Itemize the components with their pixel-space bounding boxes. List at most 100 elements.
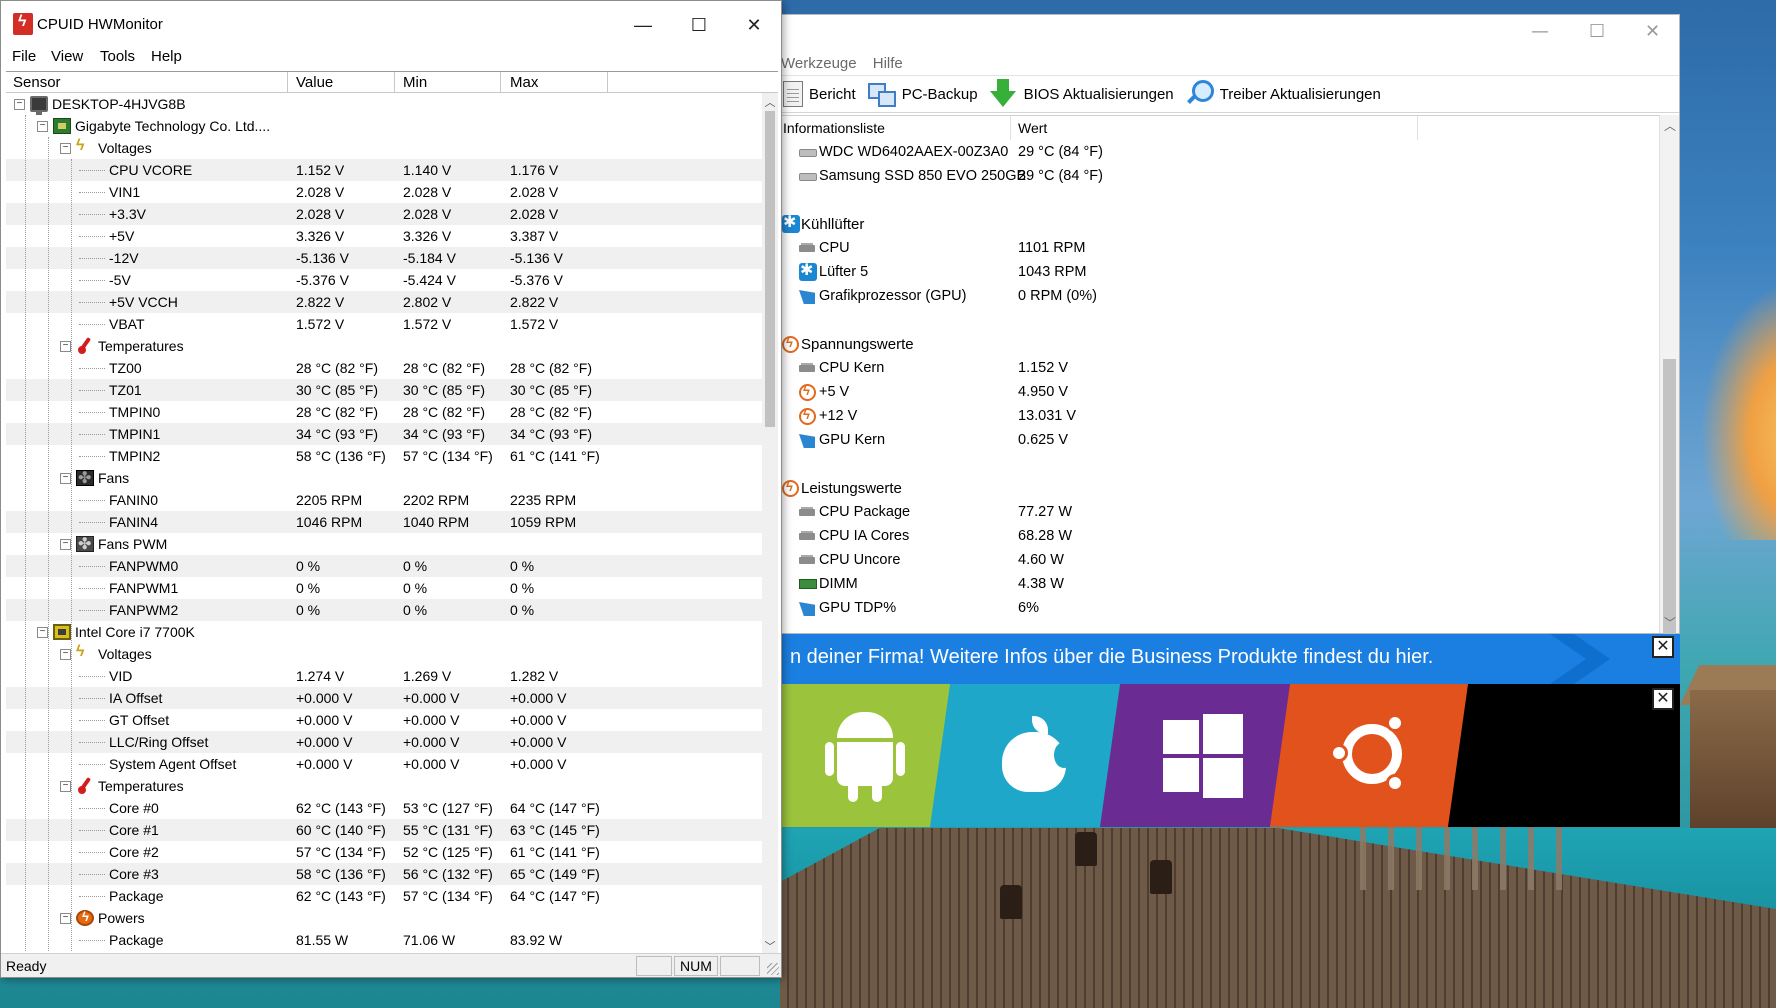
sensor-group-row[interactable]: − Temperatures (6, 335, 762, 357)
sensor-group-row[interactable]: − Fans (6, 467, 762, 489)
sensor-row[interactable]: Package 81.55 W 71.06 W 83.92 W (6, 929, 762, 951)
toolbar-treiber-button[interactable]: Treiber Aktualisierungen (1186, 80, 1381, 108)
info-item-row[interactable]: CPU Kern 1.152 V (779, 356, 1679, 380)
column-separator[interactable] (394, 72, 395, 93)
column-header-informationsliste[interactable]: Informationsliste (783, 120, 885, 136)
sensor-row[interactable]: -5V -5.376 V -5.424 V -5.376 V (6, 269, 762, 291)
toolbar-bericht-button[interactable]: Bericht (783, 81, 856, 107)
scrollbar-thumb[interactable] (1663, 359, 1676, 649)
sensor-row[interactable]: +5V VCCH 2.822 V 2.802 V 2.822 V (6, 291, 762, 313)
sensor-scrollbar[interactable]: ︿ ﹀ (762, 93, 778, 955)
column-separator[interactable] (500, 72, 501, 93)
column-separator[interactable] (1417, 116, 1418, 140)
sensor-row[interactable]: TMPIN1 34 °C (93 °F) 34 °C (93 °F) 34 °C (9… (6, 423, 762, 445)
info-item-row[interactable]: Samsung SSD 850 EVO 250GB 29 °C (84 °F) (779, 164, 1679, 188)
info-item-row[interactable]: +5 V 4.950 V (779, 380, 1679, 404)
sensor-row[interactable]: LLC/Ring Offset +0.000 V +0.000 V +0.000 V (6, 731, 762, 753)
menu-help[interactable]: Help (151, 48, 182, 65)
bg-maximize-button[interactable]: ☐ (1589, 21, 1605, 42)
info-group-row[interactable]: Spannungswerte (779, 332, 1679, 356)
info-item-row[interactable]: DIMM 4.38 W (779, 572, 1679, 596)
ad-banner-os[interactable]: ✕ (780, 684, 1680, 827)
info-item-row[interactable]: GPU TDP% 6% (779, 596, 1679, 620)
sensor-row[interactable]: TMPIN2 58 °C (136 °F) 57 °C (134 °F) 61 °C … (6, 445, 762, 467)
scroll-down-icon[interactable]: ﹀ (762, 938, 778, 954)
toolbar-pc-backup-button[interactable]: PC-Backup (867, 81, 978, 107)
sensor-row[interactable]: +5V 3.326 V 3.326 V 3.387 V (6, 225, 762, 247)
collapse-toggle-icon[interactable]: − (14, 99, 25, 110)
scroll-down-icon[interactable]: ﹀ (1660, 614, 1680, 631)
collapse-toggle-icon[interactable]: − (37, 121, 48, 132)
sensor-row[interactable]: CPU VCORE 1.152 V 1.140 V 1.176 V (6, 159, 762, 181)
info-item-row[interactable]: CPU IA Cores 68.28 W (779, 524, 1679, 548)
collapse-toggle-icon[interactable]: − (60, 539, 71, 550)
ad-banner-text[interactable]: n deiner Firma! Weitere Infos über die B… (790, 646, 1433, 669)
sensor-row[interactable]: Core #1 60 °C (140 °F) 55 °C (131 °F) 63 °C… (6, 819, 762, 841)
column-header-wert[interactable]: Wert (1018, 120, 1047, 136)
sensor-row[interactable]: -12V -5.136 V -5.184 V -5.136 V (6, 247, 762, 269)
ad-banner-business[interactable]: n deiner Firma! Weitere Infos über die B… (780, 634, 1680, 684)
background-scrollbar[interactable]: ︿ ﹀ (1659, 115, 1680, 649)
sensor-group-row[interactable]: − Gigabyte Technology Co. Ltd.... (6, 115, 762, 137)
collapse-toggle-icon[interactable]: − (60, 649, 71, 660)
sensor-group-row[interactable]: − Intel Core i7 7700K (6, 621, 762, 643)
sensor-row[interactable]: TZ00 28 °C (82 °F) 28 °C (82 °F) 28 °C (82 … (6, 357, 762, 379)
menu-tools[interactable]: Tools (100, 48, 135, 65)
bg-close-button[interactable]: ✕ (1645, 21, 1660, 42)
scrollbar-thumb[interactable] (765, 111, 775, 427)
collapse-toggle-icon[interactable]: − (60, 143, 71, 154)
info-item-row[interactable]: Lüfter 5 1043 RPM (779, 260, 1679, 284)
sensor-group-row[interactable]: − ϟ Voltages (6, 643, 762, 665)
sensor-row[interactable]: +3.3V 2.028 V 2.028 V 2.028 V (6, 203, 762, 225)
sensor-row[interactable]: FANIN4 1046 RPM 1040 RPM 1059 RPM (6, 511, 762, 533)
info-group-row[interactable]: Leistungswerte (779, 476, 1679, 500)
scroll-up-icon[interactable]: ︿ (762, 94, 778, 110)
info-item-row[interactable]: CPU 1101 RPM (779, 236, 1679, 260)
menu-view[interactable]: View (51, 48, 83, 65)
info-item-row[interactable]: +12 V 13.031 V (779, 404, 1679, 428)
sensor-row[interactable]: Core #2 57 °C (134 °F) 52 °C (125 °F) 61 °C… (6, 841, 762, 863)
minimize-button[interactable]: — (620, 11, 666, 39)
sensor-group-row[interactable]: − DESKTOP-4HJVG8B (6, 93, 762, 115)
column-header-min[interactable]: Min (403, 74, 427, 91)
collapse-toggle-icon[interactable]: − (60, 913, 71, 924)
column-header-value[interactable]: Value (296, 74, 333, 91)
column-separator[interactable] (607, 72, 608, 93)
sensor-group-row[interactable]: − Temperatures (6, 775, 762, 797)
collapse-toggle-icon[interactable]: − (37, 627, 48, 638)
info-item-row[interactable]: GPU Kern 0.625 V (779, 428, 1679, 452)
sensor-group-row[interactable]: − ϟ Voltages (6, 137, 762, 159)
info-item-row[interactable]: WDC WD6402AAEX-00Z3A0 29 °C (84 °F) (779, 140, 1679, 164)
info-item-row[interactable]: CPU Uncore 4.60 W (779, 548, 1679, 572)
sensor-row[interactable]: FANIN0 2205 RPM 2202 RPM 2235 RPM (6, 489, 762, 511)
ad-os-close-button[interactable]: ✕ (1652, 688, 1674, 710)
bg-menu-werkzeuge[interactable]: Werkzeuge (781, 55, 857, 72)
sensor-row[interactable]: FANPWM1 0 % 0 % 0 % (6, 577, 762, 599)
sensor-group-row[interactable]: − Powers (6, 907, 762, 929)
close-button[interactable]: ✕ (731, 11, 777, 39)
column-separator[interactable] (1010, 116, 1011, 140)
sensor-row[interactable]: VID 1.274 V 1.269 V 1.282 V (6, 665, 762, 687)
sensor-tree[interactable]: − DESKTOP-4HJVG8B − Gigabyte Technology Co.… (6, 93, 762, 955)
collapse-toggle-icon[interactable]: − (60, 473, 71, 484)
column-separator[interactable] (287, 72, 288, 93)
ad-banner-close-button[interactable]: ✕ (1652, 636, 1674, 658)
sensor-row[interactable]: VIN1 2.028 V 2.028 V 2.028 V (6, 181, 762, 203)
sensor-row[interactable]: Package 62 °C (143 °F) 57 °C (134 °F) 64 °C… (6, 885, 762, 907)
information-list[interactable]: Informationsliste Wert WDC WD6402AAEX-00… (779, 115, 1679, 633)
collapse-toggle-icon[interactable]: − (60, 341, 71, 352)
sensor-row[interactable]: GT Offset +0.000 V +0.000 V +0.000 V (6, 709, 762, 731)
resize-grip-icon[interactable] (767, 963, 779, 975)
hwmonitor-window[interactable]: CPUID HWMonitor — ☐ ✕ File View Tools He… (0, 0, 782, 978)
sensor-group-row[interactable]: − Fans PWM (6, 533, 762, 555)
sensor-row[interactable]: FANPWM2 0 % 0 % 0 % (6, 599, 762, 621)
info-item-row[interactable]: CPU Package 77.27 W (779, 500, 1679, 524)
maximize-button[interactable]: ☐ (676, 11, 722, 39)
sensor-row[interactable]: Core #3 58 °C (136 °F) 56 °C (132 °F) 65 °C… (6, 863, 762, 885)
menu-file[interactable]: File (12, 48, 36, 65)
collapse-toggle-icon[interactable]: − (60, 781, 71, 792)
column-header-max[interactable]: Max (510, 74, 538, 91)
sensor-row[interactable]: IA Offset +0.000 V +0.000 V +0.000 V (6, 687, 762, 709)
info-group-row[interactable]: Kühllüfter (779, 212, 1679, 236)
sensor-row[interactable]: TZ01 30 °C (85 °F) 30 °C (85 °F) 30 °C (85 … (6, 379, 762, 401)
